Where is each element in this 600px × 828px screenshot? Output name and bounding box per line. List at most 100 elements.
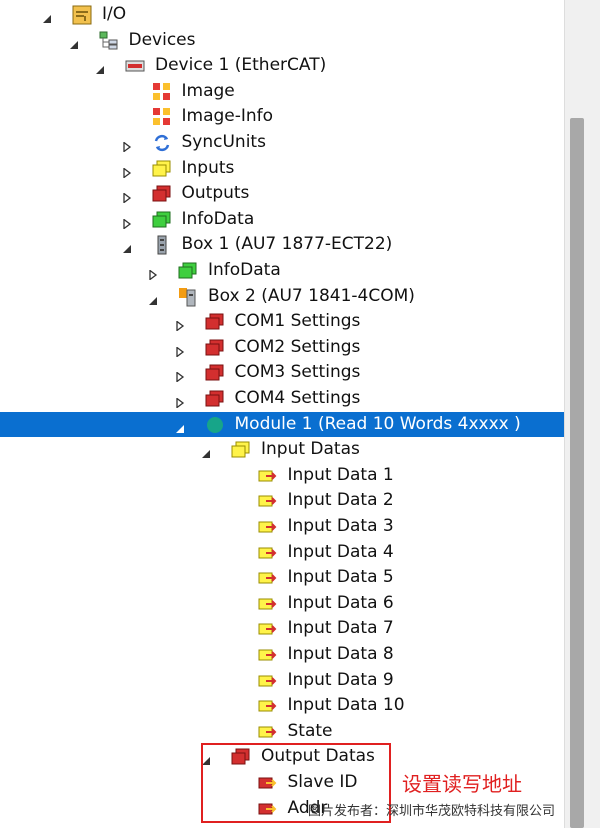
collapsed-arrow-icon[interactable]	[122, 214, 132, 230]
expanded-arrow-icon[interactable]	[69, 35, 79, 49]
tree-node[interactable]: Module 1 (Read 10 Words 4xxxx )	[0, 411, 564, 437]
tree-node[interactable]: Input Data 10	[0, 693, 564, 718]
tree-node[interactable]: Devices	[0, 28, 564, 53]
vertical-scrollbar[interactable]	[564, 0, 600, 828]
collapsed-arrow-icon[interactable]	[122, 137, 132, 153]
tree-node[interactable]: I/O	[0, 2, 564, 27]
tree-node[interactable]: Input Data 8	[0, 642, 564, 667]
sync-units-icon	[152, 133, 172, 153]
tree-node-label: Image	[181, 80, 235, 101]
ethercat-device-icon	[125, 56, 145, 76]
tree-node-label: COM1 Settings	[234, 311, 361, 332]
io-folder-icon	[72, 5, 92, 25]
outputs-folder-icon	[205, 338, 225, 358]
tree-node[interactable]: SyncUnits	[0, 130, 564, 155]
input-variable-icon	[258, 671, 278, 691]
collapsed-arrow-icon[interactable]	[148, 265, 158, 281]
input-variable-icon	[258, 466, 278, 486]
annotation-label: 设置读写地址	[402, 772, 522, 796]
expanded-arrow-icon[interactable]	[175, 419, 185, 433]
expanded-arrow-icon[interactable]	[122, 239, 132, 254]
input-variable-icon	[258, 517, 278, 537]
io-tree-view[interactable]: I/O Devices Device 1 (EtherCAT) Image Image-…	[0, 0, 564, 828]
outputs-folder-icon	[205, 312, 225, 332]
outputs-folder-icon	[205, 363, 225, 383]
expanded-arrow-icon[interactable]	[42, 9, 52, 23]
tree-node[interactable]: COM3 Settings	[0, 360, 564, 385]
tree-node[interactable]: Input Data 7	[0, 616, 564, 641]
publisher-watermark: 图片发布者：深圳市华茂欧特科技有限公司	[308, 804, 556, 819]
tree-node-label: Input Data 1	[287, 464, 394, 485]
collapsed-arrow-icon[interactable]	[122, 163, 132, 179]
tree-node-label: Input Data 9	[287, 669, 394, 690]
tree-node[interactable]: Input Datas	[0, 437, 564, 462]
tree-node[interactable]: Input Data 2	[0, 488, 564, 513]
input-variable-icon	[258, 568, 278, 588]
box-module-icon	[178, 287, 198, 307]
tree-node-label: Input Data 8	[287, 644, 394, 664]
tree-node[interactable]: Input Data 9	[0, 668, 564, 693]
tree-node-label: Devices	[128, 29, 196, 50]
image-icon	[152, 82, 172, 102]
tree-node[interactable]: Inputs	[0, 156, 564, 181]
image-info-icon	[152, 107, 172, 127]
tree-node[interactable]: Device 1 (EtherCAT)	[0, 53, 564, 78]
tree-node[interactable]: Input Data 4	[0, 540, 564, 565]
tree-node-label: Input Data 3	[287, 516, 394, 536]
tree-node-label: COM3 Settings	[234, 362, 361, 383]
tree-node[interactable]: Box 1 (AU7 1877-ECT22)	[0, 232, 564, 257]
inputs-folder-icon	[152, 159, 172, 179]
input-variable-icon	[258, 696, 278, 716]
expanded-arrow-icon[interactable]	[148, 291, 158, 305]
tree-node-label: Input Data 4	[287, 541, 394, 562]
tree-node[interactable]: Input Data 3	[0, 514, 564, 539]
expanded-arrow-icon[interactable]	[201, 444, 211, 459]
tree-node-label: Input Data 6	[287, 592, 394, 613]
tree-node[interactable]: Outputs	[0, 181, 564, 206]
input-variable-icon	[258, 722, 278, 742]
tree-node-label: Device 1 (EtherCAT)	[155, 55, 327, 76]
module-dot-icon	[205, 415, 225, 435]
tree-node[interactable]: COM2 Settings	[0, 335, 564, 360]
tree-node-label: Box 2 (AU7 1841-4COM)	[208, 285, 415, 306]
collapsed-arrow-icon[interactable]	[122, 188, 132, 204]
outputs-folder-icon	[152, 184, 172, 204]
tree-node-label: Image-Info	[181, 106, 274, 127]
infodata-folder-icon	[178, 261, 198, 281]
collapsed-arrow-icon[interactable]	[175, 342, 185, 358]
tree-node[interactable]: InfoData	[0, 207, 564, 232]
tree-node-label: Input Data 2	[287, 490, 394, 511]
collapsed-arrow-icon[interactable]	[175, 393, 185, 409]
tree-node[interactable]: Input Data 6	[0, 591, 564, 616]
tree-node-label: Input Data 7	[287, 618, 394, 639]
tree-node-label: State	[287, 720, 333, 741]
tree-node[interactable]: COM4 Settings	[0, 386, 564, 411]
tree-node[interactable]: State	[0, 719, 564, 744]
tree-node-label: COM4 Settings	[234, 388, 361, 408]
tree-node-label: SyncUnits	[181, 132, 266, 152]
tree-node[interactable]: InfoData	[0, 258, 564, 283]
tree-node-label: I/O	[102, 4, 127, 24]
tree-node[interactable]: Box 2 (AU7 1841-4COM)	[0, 284, 564, 309]
tree-node[interactable]: Input Data 5	[0, 565, 564, 590]
scrollbar-thumb[interactable]	[570, 118, 584, 828]
input-variable-icon	[258, 543, 278, 563]
collapsed-arrow-icon[interactable]	[175, 367, 185, 384]
box-coupler-icon	[152, 235, 172, 255]
tree-node-label: Outputs	[181, 183, 250, 204]
tree-node-label: Box 1 (AU7 1877-ECT22)	[181, 234, 393, 255]
tree-node[interactable]: COM1 Settings	[0, 309, 564, 334]
infodata-folder-icon	[152, 210, 172, 230]
tree-node-label: Inputs	[181, 157, 235, 178]
tree-node-label: Module 1 (Read 10 Words 4xxxx )	[234, 413, 521, 434]
tree-node[interactable]: Image	[0, 79, 564, 104]
tree-node[interactable]: Image-Info	[0, 104, 564, 129]
tree-node[interactable]: Input Data 1	[0, 463, 564, 488]
collapsed-arrow-icon[interactable]	[175, 316, 185, 332]
tree-node-label: Input Data 10	[287, 695, 405, 716]
tree-node-label: Input Datas	[261, 439, 360, 460]
inputs-folder-icon	[231, 440, 251, 460]
outputs-folder-icon	[205, 389, 225, 409]
expanded-arrow-icon[interactable]	[95, 60, 105, 75]
tree-node-label: Input Data 5	[287, 567, 394, 588]
